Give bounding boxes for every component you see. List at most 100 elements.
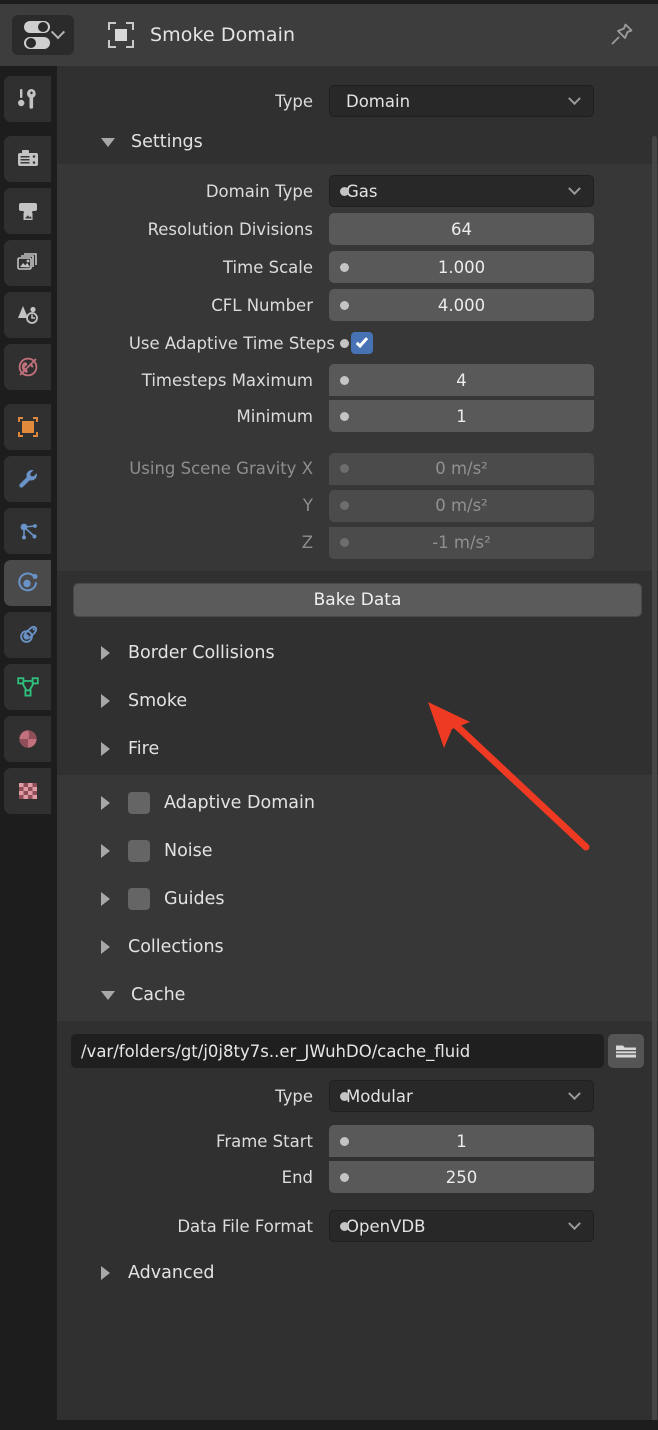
sidebar-item-scene[interactable] — [4, 292, 51, 338]
sidebar-item-output[interactable] — [4, 188, 51, 234]
scene-cone-icon — [17, 306, 38, 324]
use-adaptive-time-steps-checkbox[interactable] — [351, 332, 373, 354]
properties-body: Type Domain Settings Domain Type Gas Res… — [57, 66, 658, 1430]
subpanel-label: Cache — [131, 985, 186, 1005]
timesteps-minimum-input[interactable]: 1 — [329, 400, 594, 432]
type-label: Type — [275, 91, 313, 111]
subpanel-collections[interactable]: Collections — [57, 923, 658, 971]
triangle-right-icon — [101, 694, 110, 708]
sidebar-item-object[interactable] — [4, 404, 51, 450]
time-scale-label: Time Scale — [222, 257, 313, 277]
animate-decorator-dot[interactable] — [340, 338, 349, 348]
sidebar-item-object-data[interactable] — [4, 664, 51, 710]
bake-data-label: Bake Data — [313, 590, 402, 610]
subpanel-group-dark: Border Collisions Smoke Fire — [57, 623, 658, 775]
frame-start-row: Frame Start 1 — [57, 1123, 658, 1159]
sidebar-item-tool[interactable] — [4, 76, 51, 122]
animate-decorator-dot[interactable] — [340, 411, 349, 421]
type-row: Type Domain — [57, 82, 658, 120]
adaptive-domain-checkbox[interactable] — [128, 792, 150, 814]
animate-decorator-dot[interactable] — [340, 1172, 349, 1182]
bake-data-button[interactable]: Bake Data — [73, 583, 642, 617]
frame-start-label: Frame Start — [216, 1131, 313, 1151]
animate-decorator-dot[interactable] — [340, 538, 349, 547]
animate-decorator-dot[interactable] — [340, 1221, 349, 1231]
cache-type-dropdown[interactable]: Modular — [329, 1080, 594, 1112]
timesteps-maximum-input[interactable]: 4 — [329, 364, 594, 396]
animate-decorator-dot[interactable] — [340, 1136, 349, 1146]
frame-end-input[interactable]: 250 — [329, 1161, 594, 1193]
resolution-divisions-input[interactable]: 64 — [329, 213, 594, 245]
animate-decorator-dot[interactable] — [340, 1091, 349, 1101]
sidebar-item-texture[interactable] — [4, 768, 51, 814]
subpanel-label: Adaptive Domain — [164, 793, 315, 813]
cfl-number-input[interactable]: 4.000 — [329, 289, 594, 321]
sidebar-item-particles[interactable] — [4, 508, 51, 554]
cache-path-input[interactable]: /var/folders/gt/j0j8ty7s..er_JWuhDO/cach… — [71, 1034, 604, 1068]
gravity-x-input: 0 m/s² — [329, 452, 594, 485]
animate-decorator-dot[interactable] — [340, 464, 349, 473]
domain-type-dropdown[interactable]: Gas — [329, 175, 594, 207]
sidebar-item-render[interactable] — [4, 136, 51, 182]
browse-folder-button[interactable] — [608, 1034, 644, 1068]
subpanel-smoke[interactable]: Smoke — [57, 677, 658, 725]
gravity-x-row: Using Scene Gravity X 0 m/s² — [57, 450, 658, 487]
settings-panel-header[interactable]: Settings — [57, 120, 658, 164]
animate-decorator-dot[interactable] — [340, 186, 349, 196]
resolution-divisions-value: 64 — [451, 219, 472, 239]
subpanel-cache[interactable]: Cache — [57, 971, 658, 1019]
subpanel-noise[interactable]: Noise — [57, 827, 658, 875]
noise-checkbox[interactable] — [128, 840, 150, 862]
chevron-down-icon — [568, 1216, 581, 1230]
timesteps-minimum-label: Minimum — [236, 406, 313, 426]
sidebar-item-world[interactable] — [4, 344, 51, 390]
camera-back-icon — [17, 150, 38, 166]
frame-start-input[interactable]: 1 — [329, 1125, 594, 1157]
pin-icon[interactable] — [608, 20, 636, 48]
type-dropdown[interactable]: Domain — [329, 85, 594, 117]
gravity-z-label: Z — [301, 533, 313, 552]
subpanel-guides[interactable]: Guides — [57, 875, 658, 923]
animate-decorator-dot[interactable] — [340, 300, 349, 310]
sidebar-item-physics[interactable] — [4, 560, 51, 606]
triangle-right-icon — [101, 892, 110, 906]
subpanel-advanced[interactable]: Advanced — [57, 1251, 658, 1295]
guides-checkbox[interactable] — [128, 888, 150, 910]
sidebar-item-object-constraints[interactable] — [4, 612, 51, 658]
checker-texture-icon — [18, 783, 37, 799]
cache-type-row: Type Modular — [57, 1077, 658, 1115]
time-scale-input[interactable]: 1.000 — [329, 251, 594, 283]
gravity-z-row: Z -1 m/s² — [57, 524, 658, 561]
subpanel-label: Noise — [164, 841, 213, 861]
subpanel-fire[interactable]: Fire — [57, 725, 658, 773]
sidebar-item-material[interactable] — [4, 716, 51, 762]
cache-type-value: Modular — [346, 1086, 413, 1106]
subpanel-border-collisions[interactable]: Border Collisions — [57, 629, 658, 677]
triangle-right-icon — [101, 844, 110, 858]
editor-type-selector[interactable] — [12, 15, 74, 55]
gravity-y-input: 0 m/s² — [329, 489, 594, 522]
cache-path-row: /var/folders/gt/j0j8ty7s..er_JWuhDO/cach… — [57, 1031, 658, 1071]
page-title: Smoke Domain — [150, 24, 296, 46]
data-file-format-dropdown[interactable]: OpenVDB — [329, 1210, 594, 1242]
animate-decorator-dot[interactable] — [340, 501, 349, 510]
properties-tab-strip — [0, 66, 57, 1430]
subpanel-label: Smoke — [128, 691, 188, 711]
time-scale-value: 1.000 — [437, 257, 486, 277]
subpanel-label: Guides — [164, 889, 225, 909]
animate-decorator-dot[interactable] — [340, 375, 349, 385]
vertical-scrollbar[interactable] — [652, 136, 657, 1426]
timesteps-minimum-row: Minimum 1 — [57, 398, 658, 434]
subpanel-label: Fire — [128, 739, 160, 759]
timesteps-maximum-row: Timesteps Maximum 4 — [57, 362, 658, 398]
triangle-right-icon — [101, 742, 110, 756]
subpanel-label: Border Collisions — [128, 643, 275, 663]
animate-decorator-dot[interactable] — [340, 262, 349, 272]
timesteps-minimum-value: 1 — [456, 406, 467, 426]
data-file-format-value: OpenVDB — [346, 1216, 426, 1236]
sidebar-item-modifiers[interactable] — [4, 456, 51, 502]
subpanel-adaptive-domain[interactable]: Adaptive Domain — [57, 779, 658, 827]
sidebar-item-view-layer[interactable] — [4, 240, 51, 286]
use-adaptive-time-steps-row: Use Adaptive Time Steps — [57, 324, 658, 362]
subpanel-group-light: Adaptive Domain Noise Guides Collections… — [57, 775, 658, 1021]
